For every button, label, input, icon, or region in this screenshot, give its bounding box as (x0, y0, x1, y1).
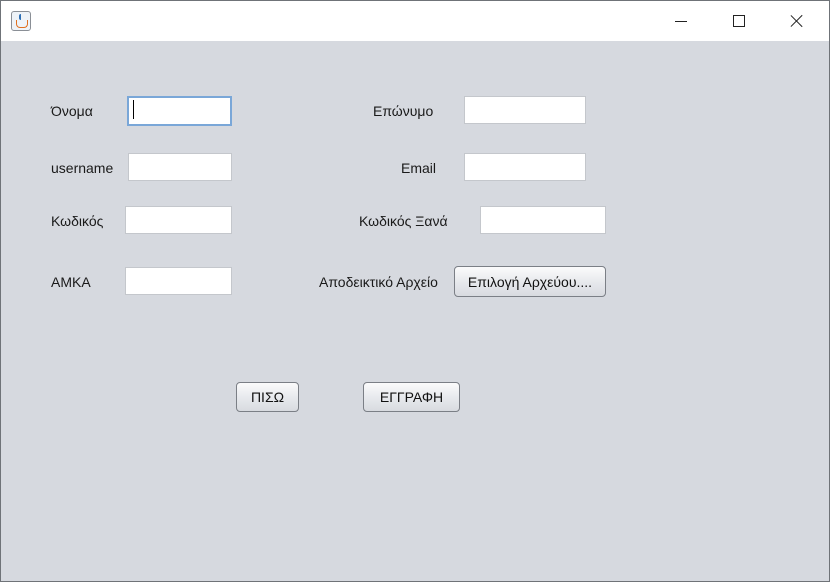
registration-window: Όνομα Επώνυμο username Email Κωδικός Κωδ… (0, 0, 830, 582)
minimize-button[interactable] (652, 1, 710, 41)
choose-file-button[interactable]: Επιλογή Αρχεύου.... (454, 266, 606, 297)
text-caret (133, 100, 134, 119)
last-name-label: Επώνυμο (373, 103, 434, 119)
minimize-icon (675, 20, 687, 22)
close-button[interactable] (768, 1, 826, 41)
password-field[interactable] (125, 206, 232, 234)
last-name-field[interactable] (464, 96, 586, 124)
register-button[interactable]: ΕΓΓΡΑΦΗ (363, 382, 460, 412)
username-label: username (51, 160, 114, 176)
password-confirm-field[interactable] (480, 206, 606, 234)
email-label: Email (401, 160, 437, 176)
first-name-label: Όνομα (51, 103, 93, 119)
username-field[interactable] (128, 153, 232, 181)
close-icon (790, 14, 804, 28)
amka-field[interactable] (125, 267, 232, 295)
email-field[interactable] (464, 153, 586, 181)
first-name-field[interactable] (127, 96, 232, 126)
maximize-button[interactable] (710, 1, 768, 41)
password-confirm-label: Κωδικός Ξανά (359, 213, 448, 229)
password-label: Κωδικός (51, 213, 104, 229)
maximize-icon (733, 15, 745, 27)
amka-label: ΑΜΚΑ (51, 274, 91, 290)
java-cup-icon[interactable] (11, 11, 31, 31)
back-button[interactable]: ΠΙΣΩ (236, 382, 299, 412)
proof-file-label: Αποδεικτικό Αρχείο (319, 274, 438, 290)
title-bar (1, 1, 829, 41)
